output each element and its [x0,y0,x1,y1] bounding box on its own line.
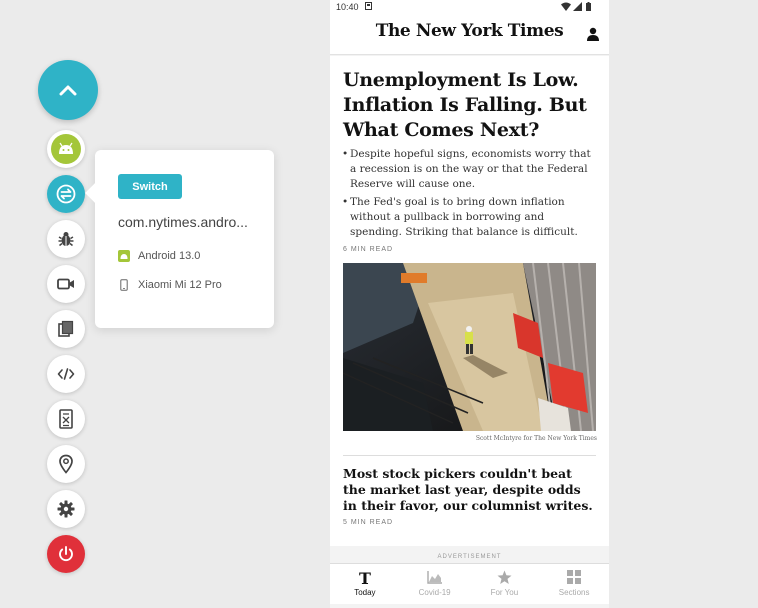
device-model-row: Xiaomi Mi 12 Pro [118,279,222,291]
bottom-navigation: T Today Covid-19 For You Sections [330,563,609,604]
star-icon [470,570,540,586]
divider [343,455,596,456]
device-screen[interactable]: 10:40 The New York Times Unemployment Is… [330,0,609,608]
account-icon[interactable] [586,27,600,46]
device-logs-button[interactable] [47,400,85,438]
article-summary-bullet: • The Fed's goal is to bring down inflat… [342,195,598,240]
tab-for-you[interactable]: For You [470,564,540,604]
package-name: com.nytimes.andro... [118,214,248,230]
notification-icon [365,2,372,12]
os-version-label: Android 13.0 [138,250,201,262]
code-icon [57,368,75,380]
power-icon [59,546,73,562]
bug-icon [58,232,74,247]
status-time: 10:40 [336,2,359,12]
status-bar: 10:40 [330,0,609,14]
svg-text:T: T [359,570,371,586]
nyt-logo-icon: T [330,570,400,586]
bullet-text: Despite hopeful signs, economists worry … [350,148,591,190]
switch-app-button[interactable] [47,175,85,213]
video-camera-icon [57,278,74,290]
debug-button[interactable] [47,220,85,258]
gear-icon [57,500,75,518]
tab-label: Sections [558,588,590,597]
grid-icon [539,570,609,586]
photo-credit: Scott McIntyre for The New York Times [475,435,597,442]
settings-button[interactable] [47,490,85,528]
article-photo[interactable] [343,263,596,431]
tab-covid-19[interactable]: Covid-19 [400,564,470,604]
copy-icon [58,320,74,337]
tab-label: For You [490,588,519,597]
device-model-label: Xiaomi Mi 12 Pro [138,279,222,291]
battery-icon [586,2,591,13]
android-device-button[interactable] [47,130,85,168]
record-video-button[interactable] [47,265,85,303]
switch-button[interactable]: Switch [118,174,182,199]
article2-headline[interactable]: Most stock pickers couldn't beat the mar… [343,466,598,514]
tab-sections[interactable]: Sections [539,564,609,604]
read-time: 6 MIN READ [343,246,394,253]
android-device-icon [59,142,73,154]
article-summary-bullet: • Despite hopeful signs, economists worr… [342,147,598,192]
signal-icon [573,2,582,13]
article-headline[interactable]: Unemployment Is Low. Inflation Is Fallin… [343,68,598,143]
read-time: 5 MIN READ [343,519,394,526]
switch-app-icon [56,184,76,204]
os-version-row: Android 13.0 [118,250,200,262]
device-logs-icon [59,409,73,429]
top-story-card[interactable]: Unemployment Is Low. Inflation Is Fallin… [330,56,609,546]
chevron-up-icon [59,85,77,96]
android-icon [118,250,130,262]
tab-today[interactable]: T Today [330,564,400,604]
location-pin-icon [59,454,73,474]
nyt-masthead-logo[interactable]: The New York Times [330,21,609,41]
developer-tools-button[interactable] [47,355,85,393]
popover-arrow [85,183,105,203]
app-info-popover: Switch com.nytimes.andro... Android 13.0… [85,150,274,328]
wifi-icon [561,2,571,13]
chart-icon [400,570,470,586]
app-bar: The New York Times [330,14,609,55]
location-button[interactable] [47,445,85,483]
tab-label: Today [354,588,376,597]
phone-icon [118,279,130,291]
copy-button[interactable] [47,310,85,348]
bullet-text: The Fed's goal is to bring down inflatio… [350,196,578,238]
power-off-button[interactable] [47,535,85,573]
tab-label: Covid-19 [418,588,451,597]
advertisement-label: ADVERTISEMENT [437,554,502,560]
collapse-toolbar-button[interactable] [38,60,98,120]
